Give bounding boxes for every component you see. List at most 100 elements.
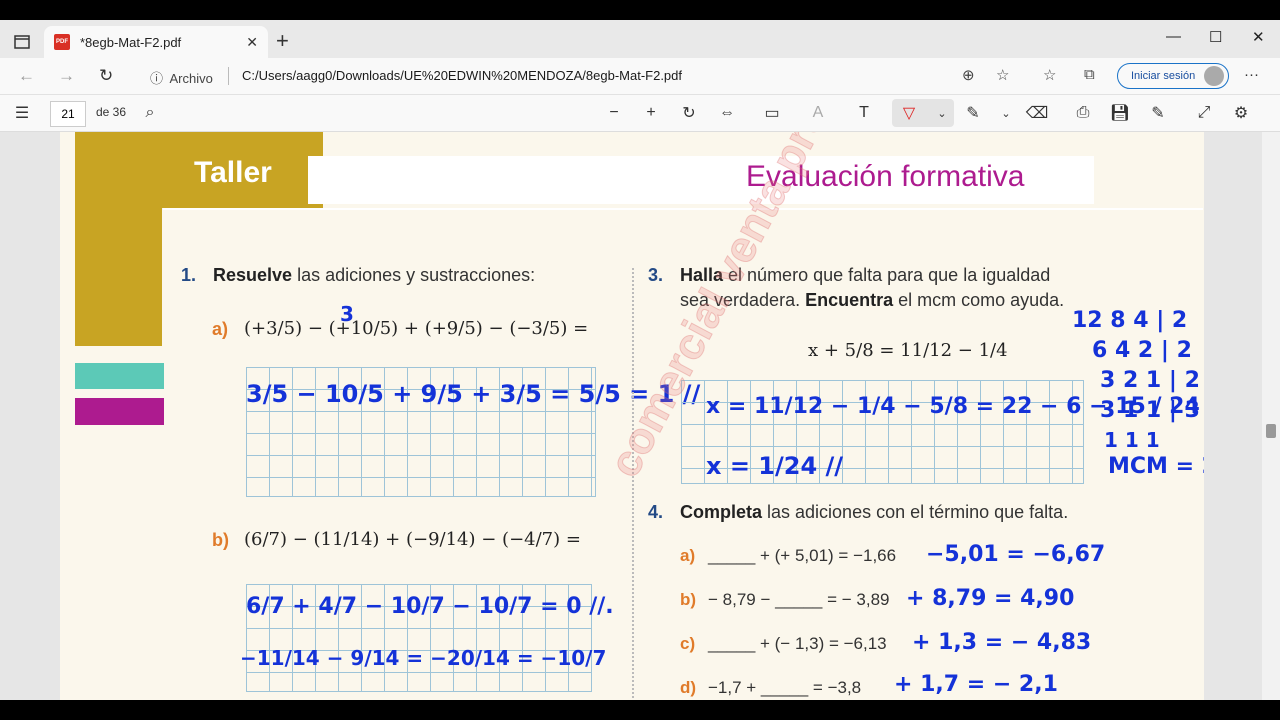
save-icon[interactable]: 💾︎ bbox=[1108, 101, 1132, 125]
header-rule bbox=[163, 208, 1203, 210]
site-info-label: Archivo bbox=[169, 71, 213, 86]
close-tab-icon[interactable]: ✕ bbox=[246, 34, 258, 51]
favorites-icon[interactable]: ☆ bbox=[1043, 66, 1056, 84]
favorite-add-icon[interactable]: ☆ bbox=[996, 66, 1009, 84]
eraser-icon[interactable]: ⌫ bbox=[1025, 101, 1049, 125]
mcm-row-3: 3 2 1 | 2 bbox=[1100, 368, 1200, 393]
close-window-button[interactable]: ✕ bbox=[1252, 28, 1265, 46]
mcm-row-2: 6 4 2 | 2 bbox=[1092, 338, 1192, 363]
draw-icon[interactable]: ✎ bbox=[961, 101, 985, 125]
mcm-row-5: 1 1 1 bbox=[1104, 428, 1160, 452]
read-aloud-icon[interactable]: A bbox=[806, 101, 830, 125]
settings-gear-icon[interactable]: ⚙ bbox=[1229, 101, 1253, 125]
question-4c-expression: _____ + (− 1,3) = −6,13 bbox=[708, 634, 887, 653]
question-1a-expression: (+3/5) − (+10/5) + (+9/5) − (−3/5) = bbox=[244, 318, 589, 339]
handwriting-4c: + 1,3 = − 4,83 bbox=[912, 630, 1092, 655]
pdf-toolbar: ☰ 21 de 36 ⌕ − + ↻ ⇔ ▭ A T ▽ ⌄ ✎ ⌄ ⌫ ⎙ 💾… bbox=[0, 94, 1280, 132]
pdf-file-icon: PDF bbox=[54, 34, 70, 50]
site-info[interactable]: ⓘ Archivo bbox=[150, 68, 213, 87]
zoom-out-icon[interactable]: − bbox=[602, 101, 626, 125]
page-total: de 36 bbox=[96, 105, 127, 119]
mcm-row-1: 12 8 4 | 2 bbox=[1072, 308, 1188, 333]
zoom-icon[interactable]: ⊕ bbox=[962, 66, 975, 84]
forward-icon[interactable]: → bbox=[58, 66, 75, 86]
question-1b-expression: (6/7) − (11/14) + (−9/14) − (−4/7) = bbox=[244, 529, 581, 550]
column-divider bbox=[632, 268, 634, 698]
handwriting-1a-correction: 3 bbox=[340, 302, 354, 326]
side-band-purple bbox=[75, 398, 164, 425]
question-4-rest: las adiciones con el término que falta. bbox=[762, 502, 1069, 522]
question-4-number: 4. bbox=[648, 502, 664, 522]
fullscreen-icon[interactable]: ⤢ bbox=[1192, 101, 1216, 125]
question-4d-expression: −1,7 + _____ = −3,8 bbox=[708, 678, 862, 697]
question-3-text1: el número que falta para que la igualdad bbox=[723, 265, 1051, 285]
question-1-text: Resuelve las adiciones y sustracciones: bbox=[213, 265, 535, 286]
tab-actions-button[interactable] bbox=[8, 30, 36, 54]
mcm-row-4: 3 1 1 | 3 bbox=[1100, 398, 1200, 423]
question-4d-letter: d) bbox=[680, 678, 697, 697]
question-4-text: Completa las adiciones con el término qu… bbox=[680, 502, 1068, 523]
divider bbox=[228, 67, 229, 85]
avatar bbox=[1204, 66, 1224, 86]
search-icon[interactable]: ⌕ bbox=[138, 101, 162, 125]
handwriting-3-line2: x = 1/24 // bbox=[706, 452, 844, 480]
question-4a-expression: _____ + (+ 5,01) = −1,66 bbox=[708, 546, 897, 565]
tab-actions-icon bbox=[14, 35, 30, 49]
url-field[interactable]: C:/Users/aagg0/Downloads/UE%20EDWIN%20ME… bbox=[242, 68, 682, 83]
question-1-verb: Resuelve bbox=[213, 265, 293, 285]
question-1b-letter: b) bbox=[212, 530, 229, 550]
page-number-input[interactable]: 21 bbox=[50, 101, 86, 127]
minimize-button[interactable]: — bbox=[1166, 28, 1181, 45]
handwriting-4a: −5,01 = −6,67 bbox=[926, 542, 1106, 567]
handwriting-4d: + 1,7 = − 2,1 bbox=[894, 672, 1058, 697]
back-icon[interactable]: ← bbox=[18, 66, 35, 86]
vertical-scrollbar[interactable] bbox=[1262, 132, 1280, 700]
new-tab-button[interactable]: + bbox=[276, 30, 289, 52]
question-3-expression: x + 5/8 = 11/12 − 1/4 bbox=[808, 340, 1008, 361]
more-icon[interactable]: ··· bbox=[1244, 66, 1259, 83]
highlight-icon[interactable]: ▽ bbox=[897, 101, 921, 125]
side-band-teal bbox=[75, 363, 164, 389]
highlight-dropdown-icon[interactable]: ⌄ bbox=[930, 101, 954, 125]
question-3-text3: el mcm como ayuda. bbox=[893, 290, 1065, 310]
handwriting-1b-line1: 6/7 + 4/7 − 10/7 − 10/7 = 0 //. bbox=[246, 594, 614, 619]
contents-icon[interactable]: ☰ bbox=[10, 101, 34, 125]
question-4b-letter: b) bbox=[680, 590, 697, 609]
tab-pdf[interactable]: PDF *8egb-Mat-F2.pdf ✕ bbox=[44, 26, 268, 58]
collections-icon[interactable]: ⧉ bbox=[1084, 66, 1095, 83]
signin-button[interactable]: Iniciar sesión bbox=[1117, 63, 1229, 89]
mcm-result: MCM = 24 bbox=[1108, 454, 1204, 479]
browser-window: PDF *8egb-Mat-F2.pdf ✕ + — ☐ ✕ ← → ↻ ⓘ A… bbox=[0, 20, 1280, 700]
draw-dropdown-icon[interactable]: ⌄ bbox=[994, 101, 1018, 125]
question-4c-letter: c) bbox=[680, 634, 696, 653]
print-icon[interactable]: ⎙ bbox=[1071, 101, 1095, 125]
signin-label: Iniciar sesión bbox=[1131, 70, 1196, 82]
refresh-icon[interactable]: ↻ bbox=[99, 66, 113, 86]
question-4b-expression: − 8,79 − _____ = − 3,89 bbox=[708, 590, 890, 609]
question-1-number: 1. bbox=[181, 265, 197, 285]
scrollbar-thumb[interactable] bbox=[1266, 424, 1276, 438]
address-bar: ← → ↻ ⓘ Archivo C:/Users/aagg0/Downloads… bbox=[0, 58, 1280, 94]
tab-strip: PDF *8egb-Mat-F2.pdf ✕ + — ☐ ✕ bbox=[0, 20, 1280, 58]
handwriting-1b-line2: −11/14 − 9/14 = −20/14 = −10/7 bbox=[240, 646, 607, 670]
question-1a-letter: a) bbox=[212, 319, 229, 339]
question-3-number: 3. bbox=[648, 265, 664, 285]
side-band-gold bbox=[75, 208, 162, 346]
question-4-verb: Completa bbox=[680, 502, 763, 522]
pdf-page: Taller Evaluación formativa 1. Resuelve … bbox=[60, 132, 1204, 700]
tab-title: *8egb-Mat-F2.pdf bbox=[80, 34, 182, 50]
question-4a-letter: a) bbox=[680, 546, 696, 565]
text-box-icon[interactable]: T bbox=[852, 101, 876, 125]
zoom-in-icon[interactable]: + bbox=[639, 101, 663, 125]
page-number: 21 bbox=[61, 107, 75, 121]
rotate-icon[interactable]: ↻ bbox=[677, 101, 701, 125]
handwriting-4b: + 8,79 = 4,90 bbox=[906, 586, 1075, 611]
question-1-rest: las adiciones y sustracciones: bbox=[292, 265, 536, 285]
taller-title: Taller bbox=[194, 156, 272, 189]
maximize-button[interactable]: ☐ bbox=[1209, 28, 1222, 46]
save-as-icon[interactable]: ✎ bbox=[1146, 101, 1170, 125]
page-view-icon[interactable]: ▭ bbox=[760, 101, 784, 125]
pdf-viewer: Taller Evaluación formativa 1. Resuelve … bbox=[0, 132, 1280, 700]
question-3-verb2: Encuentra bbox=[805, 290, 894, 310]
fit-page-icon[interactable]: ⇔ bbox=[715, 101, 739, 125]
